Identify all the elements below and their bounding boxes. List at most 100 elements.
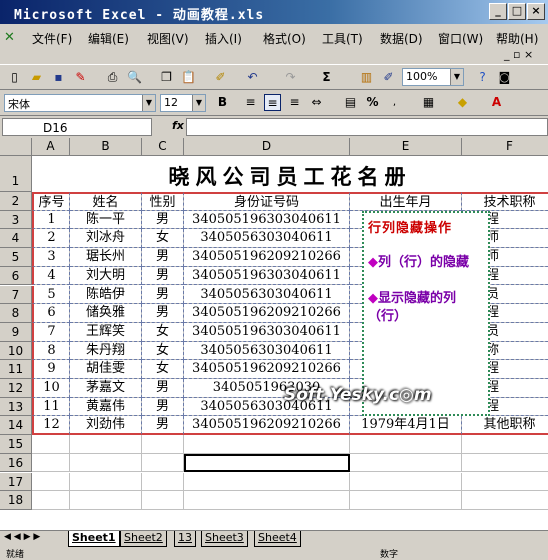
maximize-button[interactable]: □ — [508, 3, 526, 20]
row-header[interactable]: 18 — [0, 491, 32, 510]
table-cell[interactable]: 陈一平 — [70, 210, 142, 230]
align-left-icon[interactable]: ≡ — [242, 94, 259, 111]
grid-cell[interactable] — [350, 453, 462, 473]
grid-cell[interactable] — [32, 453, 70, 473]
row-header[interactable]: 10 — [0, 341, 32, 361]
row-header[interactable]: 11 — [0, 360, 32, 379]
print-preview-icon[interactable]: 🔍 — [126, 69, 143, 86]
active-cell-d16[interactable] — [184, 453, 350, 473]
zoom-combo[interactable]: 100% ▼ — [402, 68, 464, 86]
table-cell[interactable]: 4 — [32, 266, 70, 286]
column-header[interactable]: F — [462, 138, 548, 156]
table-cell[interactable]: 10 — [32, 379, 70, 398]
table-cell[interactable]: 340505196209210266 — [184, 416, 350, 436]
tab-scroll-icon[interactable]: ◀ ◀ ▶ ▶ — [4, 532, 40, 542]
table-cell[interactable]: 340505196303040611 — [184, 266, 350, 286]
table-cell[interactable]: 340505196209210266 — [184, 360, 350, 379]
table-header-cell[interactable]: 技术职称 — [462, 192, 548, 211]
table-cell[interactable]: 3405056303040611 — [184, 229, 350, 249]
doc-window-controls[interactable]: _ ▫ × — [504, 48, 533, 61]
table-cell[interactable]: 刘劲伟 — [70, 416, 142, 436]
table-cell[interactable]: 1 — [32, 210, 70, 230]
table-cell[interactable]: 3 — [32, 248, 70, 267]
grid-cell[interactable] — [184, 472, 350, 492]
tab-13[interactable]: 13 — [174, 531, 196, 547]
table-cell[interactable]: 2 — [32, 229, 70, 249]
table-header-cell[interactable]: 出生年月 — [350, 192, 462, 211]
table-cell[interactable]: 5 — [32, 285, 70, 305]
print-icon[interactable]: ⎙ — [104, 69, 121, 86]
table-cell[interactable]: 男 — [142, 266, 184, 286]
fx-icon[interactable]: fx — [172, 119, 184, 132]
tab-sheet3[interactable]: Sheet3 — [201, 531, 248, 547]
permission-icon[interactable]: ✎ — [72, 69, 89, 86]
minimize-button[interactable]: _ — [489, 3, 507, 20]
table-cell[interactable]: 男 — [142, 248, 184, 267]
tab-sheet4[interactable]: Sheet4 — [254, 531, 301, 547]
table-header-cell[interactable]: 身份证号码 — [184, 192, 350, 211]
grid-cell[interactable] — [142, 435, 184, 454]
table-cell[interactable]: 男 — [142, 285, 184, 305]
table-cell[interactable]: 茅嘉文 — [70, 379, 142, 398]
help-icon[interactable]: ? — [474, 69, 491, 86]
bold-button[interactable]: B — [214, 94, 231, 111]
table-cell[interactable]: 男 — [142, 397, 184, 417]
grid-cell[interactable] — [350, 435, 462, 454]
redo-icon[interactable]: ↷ — [282, 69, 299, 86]
table-cell[interactable]: 女 — [142, 322, 184, 342]
percent-icon[interactable]: % — [364, 94, 381, 111]
table-cell[interactable]: 女 — [142, 341, 184, 361]
menu-help[interactable]: 帮助(H) — [496, 30, 538, 47]
row-header[interactable]: 4 — [0, 229, 32, 249]
grid-cell[interactable] — [350, 491, 462, 510]
row-header[interactable]: 9 — [0, 322, 32, 342]
row-header[interactable]: 13 — [0, 397, 32, 417]
menu-view[interactable]: 视图(V) — [147, 30, 189, 47]
row-header[interactable]: 3 — [0, 210, 32, 230]
grid-cell[interactable] — [142, 453, 184, 473]
table-cell[interactable]: 男 — [142, 210, 184, 230]
table-cell[interactable]: 其他职称 — [462, 416, 548, 436]
grid-cell[interactable] — [70, 435, 142, 454]
paste-icon[interactable]: 📋 — [180, 69, 197, 86]
grid-cell[interactable] — [32, 435, 70, 454]
table-cell[interactable]: 刘冰舟 — [70, 229, 142, 249]
align-right-icon[interactable]: ≡ — [286, 94, 303, 111]
table-cell[interactable]: 男 — [142, 379, 184, 398]
font-color-icon[interactable]: A — [488, 94, 505, 111]
chart-wizard-icon[interactable]: ▥ — [358, 69, 375, 86]
menu-file[interactable]: 文件(F) — [32, 30, 72, 47]
column-header[interactable]: C — [142, 138, 184, 156]
close-button[interactable]: × — [527, 3, 545, 20]
menu-format[interactable]: 格式(O) — [263, 30, 306, 47]
column-header[interactable]: A — [32, 138, 70, 156]
camera-icon[interactable]: ◙ — [496, 69, 513, 86]
grid-cell[interactable] — [184, 435, 350, 454]
menu-insert[interactable]: 插入(I) — [205, 30, 242, 47]
table-header-cell[interactable]: 性别 — [142, 192, 184, 211]
grid-cell[interactable] — [70, 491, 142, 510]
table-cell[interactable]: 男 — [142, 416, 184, 436]
grid-cell[interactable] — [462, 473, 548, 492]
tab-sheet2[interactable]: Sheet2 — [120, 531, 167, 547]
grid-cell[interactable] — [462, 435, 548, 454]
row-header[interactable]: 2 — [0, 192, 32, 211]
table-cell[interactable]: 储奂雅 — [70, 304, 142, 323]
table-cell[interactable]: 340505196209210266 — [184, 304, 350, 323]
chevron-down-icon[interactable]: ▼ — [450, 69, 463, 85]
table-cell[interactable]: 胡佳雯 — [70, 360, 142, 379]
table-cell[interactable]: 3405056303040611 — [184, 341, 350, 361]
row-header[interactable]: 14 — [0, 416, 32, 436]
table-cell[interactable]: 1979年4月1日 — [350, 416, 462, 436]
table-cell[interactable]: 琚长州 — [70, 248, 142, 267]
column-header[interactable]: E — [350, 138, 462, 156]
grid-cell[interactable] — [32, 472, 70, 492]
table-cell[interactable]: 7 — [32, 322, 70, 342]
table-cell[interactable]: 陈皓伊 — [70, 285, 142, 305]
comma-style-icon[interactable]: , — [386, 94, 403, 111]
table-cell[interactable]: 朱丹翔 — [70, 341, 142, 361]
row-header[interactable]: 7 — [0, 285, 32, 305]
save-icon[interactable]: ▪ — [50, 69, 67, 86]
chevron-down-icon[interactable]: ▼ — [142, 95, 155, 111]
table-header-cell[interactable]: 序号 — [32, 192, 70, 211]
